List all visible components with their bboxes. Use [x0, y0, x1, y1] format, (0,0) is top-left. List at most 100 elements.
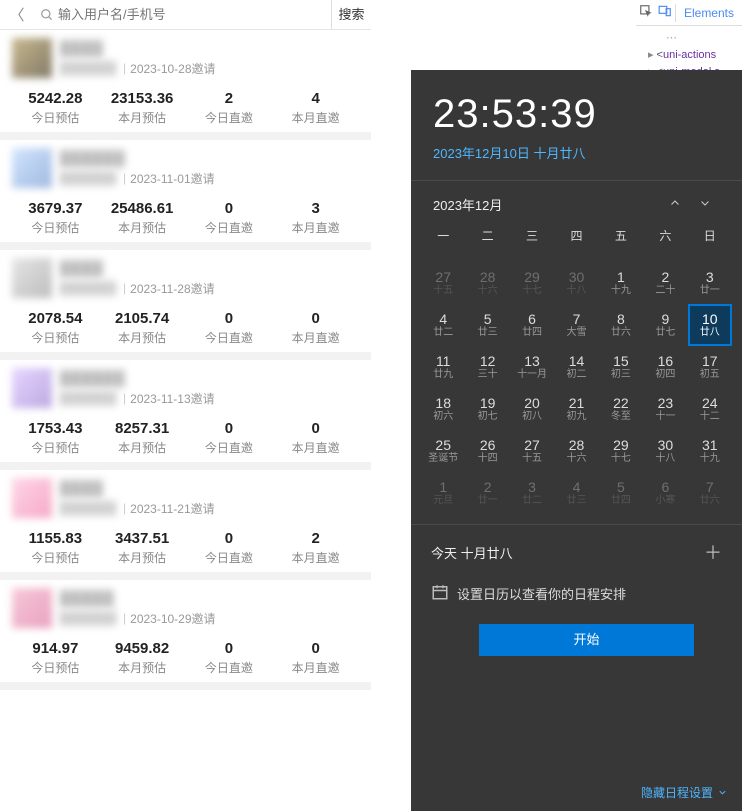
- calendar-day[interactable]: 7大雪: [554, 304, 598, 346]
- avatar: [12, 368, 52, 408]
- calendar-day[interactable]: 6小寒: [643, 472, 687, 514]
- calendar-day[interactable]: 22冬至: [599, 388, 643, 430]
- stat-label: 今日预估: [12, 659, 99, 676]
- calendar-day[interactable]: 4廿二: [421, 304, 465, 346]
- stat-label: 本月预估: [99, 329, 186, 346]
- calendar-day[interactable]: 11廿九: [421, 346, 465, 388]
- stat-value: 0: [186, 200, 273, 217]
- stat-cell: 2本月直邀: [272, 530, 359, 566]
- stat-value: 1155.83: [12, 530, 99, 547]
- avatar: [12, 38, 52, 78]
- calendar-day[interactable]: 25圣诞节: [421, 430, 465, 472]
- calendar-day[interactable]: 23十一: [643, 388, 687, 430]
- invite-date: 2023-10-28邀请: [130, 60, 215, 77]
- calendar-day[interactable]: 6廿四: [510, 304, 554, 346]
- calendar-day[interactable]: 24十二: [688, 388, 732, 430]
- start-button[interactable]: 开始: [479, 624, 694, 656]
- invite-date: 2023-11-01邀请: [130, 170, 215, 187]
- calendar-day[interactable]: 18初六: [421, 388, 465, 430]
- calendar-day[interactable]: 17初五: [688, 346, 732, 388]
- stat-value: 9459.82: [99, 640, 186, 657]
- calendar-day[interactable]: 10廿八: [688, 304, 732, 346]
- search-input[interactable]: [58, 7, 325, 22]
- stat-cell: 0今日直邀: [186, 640, 273, 676]
- back-button[interactable]: 〈: [0, 4, 34, 25]
- inspect-icon[interactable]: [636, 4, 656, 21]
- add-event-button[interactable]: ＋: [704, 539, 722, 565]
- search-button[interactable]: 搜索: [331, 0, 371, 29]
- stat-label: 本月直邀: [272, 439, 359, 456]
- calendar-month[interactable]: 2023年12月: [433, 195, 660, 214]
- stat-value: 0: [186, 310, 273, 327]
- user-card[interactable]: ███████████|2023-10-29邀请914.97今日预估9459.8…: [0, 580, 371, 690]
- calendar-day[interactable]: 27十五: [421, 262, 465, 304]
- calendar-day[interactable]: 26十四: [465, 430, 509, 472]
- invite-date: 2023-10-29邀请: [130, 610, 215, 627]
- calendar-day[interactable]: 29十七: [510, 262, 554, 304]
- calendar-day[interactable]: 21初九: [554, 388, 598, 430]
- calendar-day[interactable]: 7廿六: [688, 472, 732, 514]
- calendar-day[interactable]: 13十一月: [510, 346, 554, 388]
- calendar-day[interactable]: 28十六: [554, 430, 598, 472]
- calendar-day[interactable]: 29十七: [599, 430, 643, 472]
- stat-value: 2: [272, 530, 359, 547]
- stat-label: 本月直邀: [272, 659, 359, 676]
- user-id: ██████: [60, 171, 117, 185]
- clock-date[interactable]: 2023年12月10日 十月廿八: [433, 143, 720, 162]
- calendar-day[interactable]: 3廿二: [510, 472, 554, 514]
- stat-value: 914.97: [12, 640, 99, 657]
- stat-label: 本月预估: [99, 219, 186, 236]
- next-month-button[interactable]: [690, 197, 720, 212]
- calendar-day[interactable]: 16初四: [643, 346, 687, 388]
- stat-value: 5242.28: [12, 90, 99, 107]
- user-card[interactable]: ████████████|2023-11-13邀请1753.43今日预估8257…: [0, 360, 371, 470]
- calendar-day[interactable]: 27十五: [510, 430, 554, 472]
- stat-cell: 0本月直邀: [272, 420, 359, 456]
- stat-value: 2105.74: [99, 310, 186, 327]
- calendar-day[interactable]: 5廿三: [465, 304, 509, 346]
- device-toggle-icon[interactable]: [656, 4, 676, 21]
- calendar-day[interactable]: 14初二: [554, 346, 598, 388]
- calendar-day[interactable]: 30十八: [643, 430, 687, 472]
- stat-value: 8257.31: [99, 420, 186, 437]
- prev-month-button[interactable]: [660, 197, 690, 212]
- calendar-day[interactable]: 1十九: [599, 262, 643, 304]
- calendar-day[interactable]: 5廿四: [599, 472, 643, 514]
- calendar-day[interactable]: 15初三: [599, 346, 643, 388]
- calendar-day[interactable]: 2廿一: [465, 472, 509, 514]
- calendar-day[interactable]: 2二十: [643, 262, 687, 304]
- stat-cell: 1155.83 今日预估: [12, 530, 99, 566]
- stat-value: 0: [186, 420, 273, 437]
- calendar-day[interactable]: 19初七: [465, 388, 509, 430]
- stat-value: 0: [272, 310, 359, 327]
- calendar-day[interactable]: 9廿七: [643, 304, 687, 346]
- stat-cell: 4本月直邀: [272, 90, 359, 126]
- user-card[interactable]: ██████████|2023-10-28邀请5242.28今日预估23153.…: [0, 30, 371, 140]
- stat-value: 25486.61: [99, 200, 186, 217]
- calendar-flyout: 23:53:39 2023年12月10日 十月廿八 2023年12月 一二三四五…: [411, 70, 742, 811]
- calendar-day[interactable]: 1元旦: [421, 472, 465, 514]
- calendar-day[interactable]: 12三十: [465, 346, 509, 388]
- stat-label: 今日直邀: [186, 549, 273, 566]
- stat-value: 4: [272, 90, 359, 107]
- user-card[interactable]: ████████████|2023-11-01邀请3679.37今日预估2548…: [0, 140, 371, 250]
- calendar-day[interactable]: 30十八: [554, 262, 598, 304]
- tab-elements[interactable]: Elements: [676, 6, 742, 20]
- user-id: ██████: [60, 281, 117, 295]
- calendar-day[interactable]: 20初八: [510, 388, 554, 430]
- calendar-day[interactable]: 28十六: [465, 262, 509, 304]
- search-input-wrap[interactable]: [34, 0, 331, 29]
- stat-label: 今日直邀: [186, 329, 273, 346]
- user-card[interactable]: ██████████|2023-11-21邀请1155.83今日预估3437.5…: [0, 470, 371, 580]
- calendar-day[interactable]: 8廿六: [599, 304, 643, 346]
- stat-label: 今日预估: [12, 329, 99, 346]
- dow-label: 六: [643, 224, 687, 252]
- hide-agenda-link[interactable]: 隐藏日程设置: [641, 784, 728, 801]
- calendar-day[interactable]: 31十九: [688, 430, 732, 472]
- stat-label: 今日直邀: [186, 219, 273, 236]
- calendar-day[interactable]: 4廿三: [554, 472, 598, 514]
- calendar-day[interactable]: 3廿一: [688, 262, 732, 304]
- stat-cell: 1753.43今日预估: [12, 420, 99, 456]
- stat-label: 今日预估: [12, 549, 99, 566]
- user-card[interactable]: ██████████|2023-11-28邀请2078.54今日预估2105.7…: [0, 250, 371, 360]
